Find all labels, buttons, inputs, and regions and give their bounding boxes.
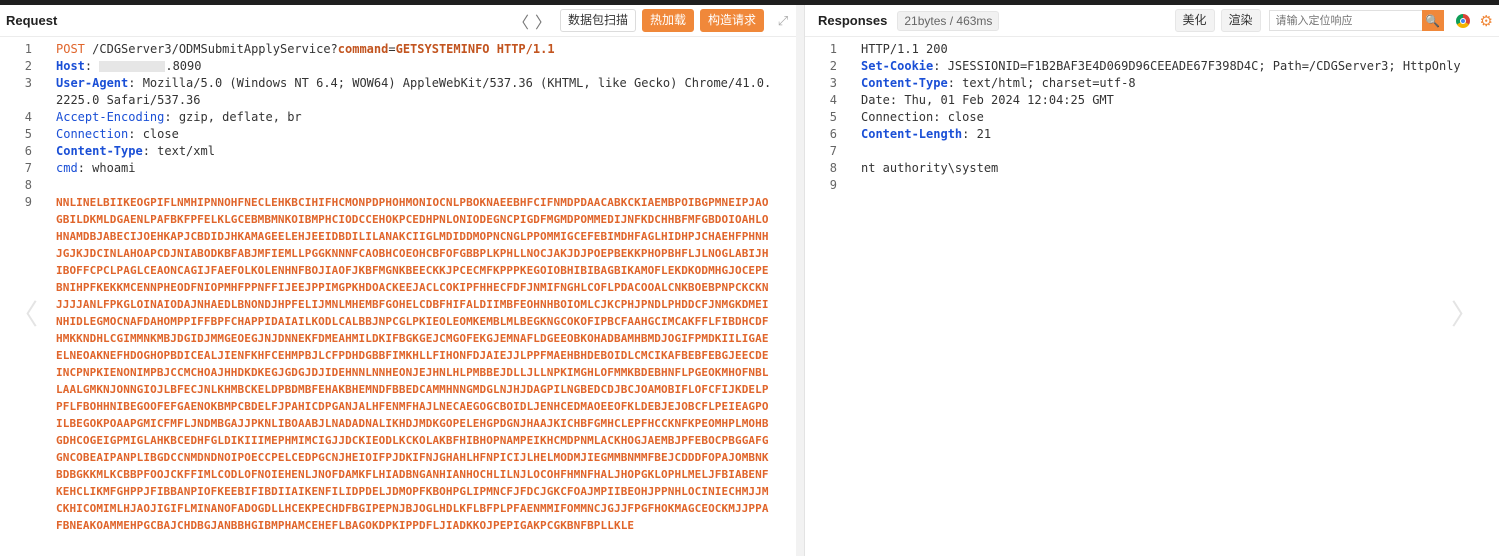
build-request-button[interactable]: 构造请求: [699, 9, 764, 32]
hot-load-button[interactable]: 热加载: [641, 9, 694, 32]
line-number: 5: [24, 127, 32, 141]
line-number: 9: [829, 178, 837, 192]
code-line: 9 NNLINELBIIKEOGPIFLNMHIPNNOHFNECLEHKBCI…: [0, 194, 796, 534]
beautify-button[interactable]: 美化: [1174, 9, 1215, 32]
header-date: Date: Thu, 01 Feb 2024 12:04:25 GMT: [861, 93, 1114, 107]
request-header: Request 〈 〉 数据包扫描 热加载 构造请求 ⤢: [0, 5, 796, 37]
request-body: NNLINELBIIKEOGPIFLNMHIPNNOHFNECLEHKBCIHI…: [56, 196, 769, 532]
code-line: 8 nt authority\system: [805, 160, 1499, 177]
line-number: 8: [24, 178, 32, 192]
code-line: 6 Content-Length: 21: [805, 126, 1499, 143]
line-number: 6: [24, 144, 32, 158]
status-line: HTTP/1.1 200: [861, 42, 948, 56]
code-line: 5 Connection: close: [805, 109, 1499, 126]
code-line: 5 Connection: close: [0, 126, 796, 143]
chrome-icon[interactable]: [1455, 13, 1470, 28]
header-accept-encoding: Accept-Encoding: gzip, deflate, br: [56, 110, 302, 124]
code-line: 1 HTTP/1.1 200: [805, 41, 1499, 58]
prev-arrow-icon[interactable]: 〈: [10, 293, 38, 333]
code-line: 2 Host: .8090: [0, 58, 796, 75]
code-line: 1 POST /CDGServer3/ODMSubmitApplyService…: [0, 41, 796, 58]
next-arrow-icon[interactable]: 〉: [1451, 293, 1479, 333]
request-editor[interactable]: 1 POST /CDGServer3/ODMSubmitApplyService…: [0, 41, 796, 556]
request-line: POST /CDGServer3/ODMSubmitApplyService?c…: [56, 42, 555, 56]
request-pane: Request 〈 〉 数据包扫描 热加载 构造请求 ⤢ 1 POST /CDG…: [0, 5, 797, 556]
request-title: Request: [6, 13, 58, 28]
header-content-type: Content-Type: text/html; charset=utf-8: [861, 76, 1136, 90]
response-size-badge: 21bytes / 463ms: [897, 10, 1000, 31]
line-number: 3: [829, 76, 837, 90]
gear-icon[interactable]: ⚙: [1480, 12, 1493, 30]
expand-icon[interactable]: ⤢: [770, 13, 796, 29]
code-line: 8: [0, 177, 796, 194]
response-search-input[interactable]: [1268, 10, 1422, 31]
line-number: 2: [829, 59, 837, 73]
line-number: 5: [829, 110, 837, 124]
code-line: 7 cmd: whoami: [0, 160, 796, 177]
line-number: 3: [24, 76, 32, 90]
render-button[interactable]: 渲染: [1220, 9, 1261, 32]
code-line: 3 User-Agent: Mozilla/5.0 (Windows NT 6.…: [0, 75, 796, 109]
header-connection: Connection: close: [861, 110, 984, 124]
response-title: Responses: [818, 13, 888, 28]
code-line: 7: [805, 143, 1499, 160]
line-number: 7: [829, 144, 837, 158]
code-line: 2 Set-Cookie: JSESSIONID=F1B2BAF3E4D069D…: [805, 58, 1499, 75]
chevron-left-icon[interactable]: 〈: [510, 9, 532, 33]
response-pane: Responses 21bytes / 463ms 美化 渲染 🔍 ⚙ 1 HT…: [804, 5, 1499, 556]
code-line: 4 Date: Thu, 01 Feb 2024 12:04:25 GMT: [805, 92, 1499, 109]
chevron-right-icon[interactable]: 〉: [532, 9, 554, 33]
line-number: 1: [24, 42, 32, 56]
line-number: 4: [24, 110, 32, 124]
line-number: 8: [829, 161, 837, 175]
packet-scan-button[interactable]: 数据包扫描: [559, 9, 636, 32]
pane-splitter[interactable]: [796, 5, 804, 556]
header-host: Host: .8090: [56, 59, 202, 73]
code-line: 9: [805, 177, 1499, 194]
header-set-cookie: Set-Cookie: JSESSIONID=F1B2BAF3E4D069D96…: [861, 59, 1461, 73]
header-connection: Connection: close: [56, 127, 179, 141]
header-content-length: Content-Length: 21: [861, 127, 992, 141]
line-number: 7: [24, 161, 32, 175]
line-number: 2: [24, 59, 32, 73]
response-header: Responses 21bytes / 463ms 美化 渲染 🔍 ⚙: [805, 5, 1499, 37]
line-number: 9: [24, 195, 32, 209]
redacted-host: [99, 61, 166, 72]
header-content-type: Content-Type: text/xml: [56, 144, 215, 158]
response-body: nt authority\system: [861, 161, 999, 175]
code-line: 3 Content-Type: text/html; charset=utf-8: [805, 75, 1499, 92]
search-icon[interactable]: 🔍: [1421, 10, 1444, 31]
line-number: 1: [829, 42, 837, 56]
line-number: 4: [829, 93, 837, 107]
response-search: 🔍: [1268, 10, 1444, 31]
header-user-agent: User-Agent: Mozilla/5.0 (Windows NT 6.4;…: [56, 76, 772, 107]
line-number: 6: [829, 127, 837, 141]
response-viewer[interactable]: 1 HTTP/1.1 200 2 Set-Cookie: JSESSIONID=…: [805, 41, 1499, 556]
header-cmd: cmd: whoami: [56, 161, 136, 175]
code-line: 4 Accept-Encoding: gzip, deflate, br: [0, 109, 796, 126]
code-line: 6 Content-Type: text/xml: [0, 143, 796, 160]
